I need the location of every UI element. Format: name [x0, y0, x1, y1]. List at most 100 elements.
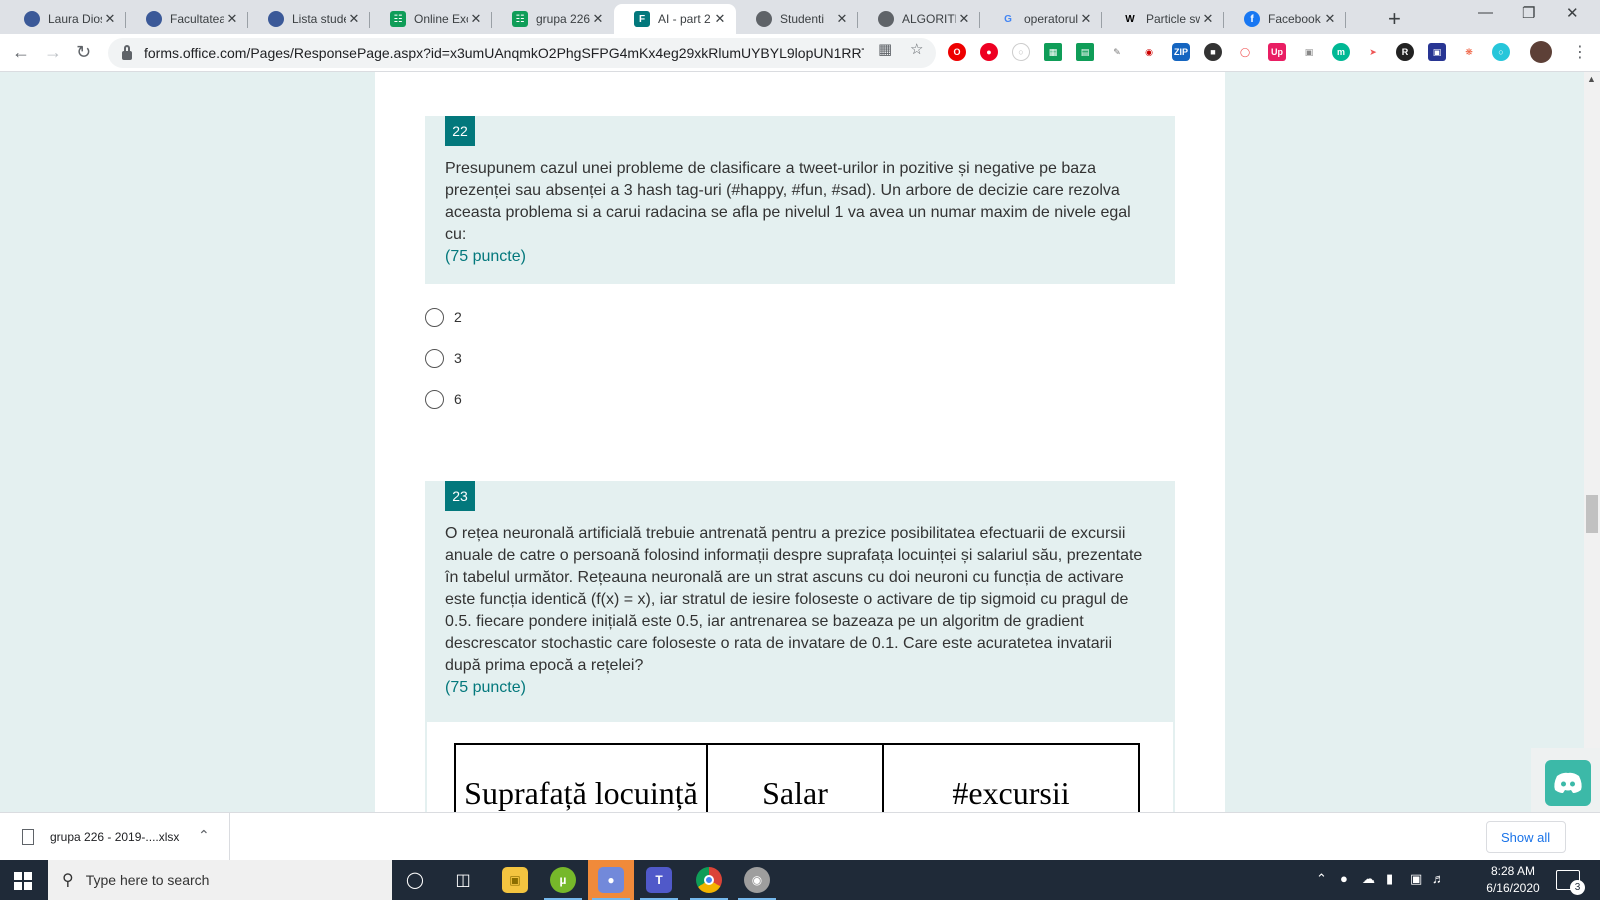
cortana-icon[interactable]: ◯ — [392, 860, 438, 900]
browser-tab[interactable]: F AI - part 2 ✕ — [614, 4, 736, 34]
r-extension-icon[interactable]: R — [1396, 43, 1414, 61]
translate-icon[interactable]: ▦ — [878, 40, 892, 58]
profile-avatar[interactable] — [1530, 41, 1552, 63]
opera-extension-icon[interactable]: O — [948, 43, 966, 61]
google-icon: G — [1004, 13, 1012, 25]
docs-extension-icon[interactable]: ▤ — [1076, 43, 1094, 61]
scrollbar-thumb[interactable] — [1586, 495, 1598, 533]
utorrent-icon[interactable]: µ — [540, 860, 586, 900]
bookmark-star-icon[interactable]: ☆ — [910, 40, 923, 58]
close-tab-icon[interactable]: ✕ — [1200, 11, 1216, 27]
browser-tab[interactable]: W Particle swa✕ — [1102, 4, 1224, 34]
download-filename[interactable]: grupa 226 - 2019-....xlsx — [50, 830, 179, 844]
radio-button[interactable] — [425, 389, 444, 409]
clock-date: 6/16/2020 — [1486, 881, 1540, 895]
close-tab-icon[interactable]: ✕ — [956, 11, 972, 27]
reload-icon[interactable]: ↻ — [76, 42, 91, 63]
network-icon[interactable]: ▣ — [1410, 871, 1422, 887]
option-2[interactable]: 2 — [425, 306, 462, 328]
zip-extension-icon[interactable]: ZIP — [1172, 43, 1190, 61]
browser-tab[interactable]: Lista studen✕ — [248, 4, 370, 34]
tray-chevron-icon[interactable]: ⌃ — [1316, 871, 1327, 887]
vertical-scrollbar[interactable]: ▲ — [1584, 72, 1600, 812]
minimize-icon[interactable]: — — [1478, 4, 1493, 21]
download-item[interactable]: grupa 226 - 2019-....xlsx — [0, 813, 230, 861]
menu-dots-icon[interactable]: ⋮ — [1572, 42, 1588, 62]
radio-button[interactable] — [425, 307, 444, 327]
close-window-icon[interactable]: ✕ — [1566, 4, 1579, 22]
question-image: Suprafață locuință Salar #excursii — [427, 722, 1173, 812]
close-tab-icon[interactable]: ✕ — [224, 11, 240, 27]
sheets-extension-icon[interactable]: ▦ — [1044, 43, 1062, 61]
browser-tab[interactable]: ☷ grupa 226 ✕ — [492, 4, 614, 34]
battery-icon[interactable]: ▮ — [1386, 871, 1393, 887]
globe-icon — [146, 11, 162, 27]
close-tab-icon[interactable]: ✕ — [468, 11, 484, 27]
search-placeholder[interactable]: Type here to search — [86, 872, 210, 888]
disk-app-icon[interactable]: ◉ — [734, 860, 780, 900]
notification-count: 3 — [1570, 880, 1585, 895]
sheets-icon: ☷ — [390, 11, 406, 27]
show-all-button[interactable]: Show all — [1486, 821, 1566, 853]
microphone-icon[interactable]: ● — [1340, 871, 1348, 886]
lock-extension-icon[interactable]: ○ — [1012, 43, 1030, 61]
close-tab-icon[interactable]: ✕ — [834, 11, 850, 27]
timer-extension-icon[interactable]: ◯ — [1236, 43, 1254, 61]
option-6[interactable]: 6 — [425, 388, 462, 410]
browser-tab[interactable]: Studenti ✕ — [736, 4, 858, 34]
address-bar[interactable]: forms.office.com/Pages/ResponsePage.aspx… — [108, 38, 936, 68]
forward-icon[interactable]: → — [44, 42, 62, 63]
option-3[interactable]: 3 — [425, 347, 462, 369]
teams-icon[interactable]: T — [636, 860, 682, 900]
task-view-icon[interactable]: ◫ — [440, 860, 486, 900]
question-22: 22 Presupunem cazul unei probleme de cla… — [425, 116, 1175, 284]
discord-overlay[interactable] — [1531, 748, 1600, 818]
up-extension-icon[interactable]: Up — [1268, 43, 1286, 61]
eye-extension-icon[interactable]: ◉ — [1140, 43, 1158, 61]
scroll-up-icon[interactable]: ▲ — [1587, 74, 1596, 84]
windows-start-icon[interactable] — [14, 872, 32, 890]
chrome-icon[interactable] — [686, 860, 732, 900]
m-extension-icon[interactable]: m — [1332, 43, 1350, 61]
discord-icon[interactable] — [1545, 760, 1591, 806]
file-explorer-icon[interactable]: ▣ — [492, 860, 538, 900]
discord-taskbar-icon[interactable]: ● — [588, 860, 634, 900]
restore-icon[interactable]: ❐ — [1522, 4, 1535, 22]
close-tab-icon[interactable]: ✕ — [712, 11, 728, 27]
browser-tab[interactable]: Facultatea ✕ — [126, 4, 248, 34]
close-tab-icon[interactable]: ✕ — [1322, 11, 1338, 27]
browser-tab[interactable]: ALGORITHM✕ — [858, 4, 980, 34]
camera-extension-icon[interactable]: ■ — [1204, 43, 1222, 61]
search-extension-icon[interactable]: ○ — [1492, 43, 1510, 61]
tab-title: Lista studen — [292, 12, 346, 26]
browser-tab[interactable]: Laura Dioșa✕ — [4, 4, 126, 34]
tomato-extension-icon[interactable]: ● — [980, 43, 998, 61]
close-tab-icon[interactable]: ✕ — [102, 11, 118, 27]
notification-center-icon[interactable]: 3 — [1556, 870, 1585, 895]
browser-tab[interactable]: ☷ Online Exce✕ — [370, 4, 492, 34]
tab-title: Particle swa — [1146, 12, 1200, 26]
onedrive-icon[interactable]: ☁ — [1362, 871, 1375, 887]
address-url[interactable]: forms.office.com/Pages/ResponsePage.aspx… — [144, 45, 864, 61]
spiral-extension-icon[interactable]: ❋ — [1460, 43, 1478, 61]
system-clock[interactable]: 8:28 AM 6/16/2020 — [1478, 863, 1548, 897]
close-tab-icon[interactable]: ✕ — [590, 11, 606, 27]
form-card: 22 Presupunem cazul unei probleme de cla… — [375, 72, 1225, 812]
arrow-extension-icon[interactable]: ➤ — [1364, 43, 1382, 61]
close-tab-icon[interactable]: ✕ — [1078, 11, 1094, 27]
pen-extension-icon[interactable]: ✎ — [1108, 43, 1126, 61]
new-tab-button[interactable]: + — [1388, 6, 1401, 32]
taskbar-search[interactable]: ⚲ Type here to search — [48, 860, 392, 900]
screenshot-extension-icon[interactable]: ▣ — [1300, 43, 1318, 61]
close-tab-icon[interactable]: ✕ — [346, 11, 362, 27]
volume-icon[interactable]: ♬ — [1432, 871, 1445, 886]
browser-tab[interactable]: Goperatorul ✕ — [980, 4, 1102, 34]
chevron-up-icon[interactable]: ⌃ — [198, 827, 210, 844]
file-icon — [22, 829, 34, 845]
radio-button[interactable] — [425, 348, 444, 368]
sheets-icon: ☷ — [512, 11, 528, 27]
screen-extension-icon[interactable]: ▣ — [1428, 43, 1446, 61]
back-icon[interactable]: ← — [12, 42, 30, 63]
browser-tab[interactable]: f Facebook ✕ — [1224, 4, 1346, 34]
question-points: (75 puncte) — [445, 248, 526, 265]
